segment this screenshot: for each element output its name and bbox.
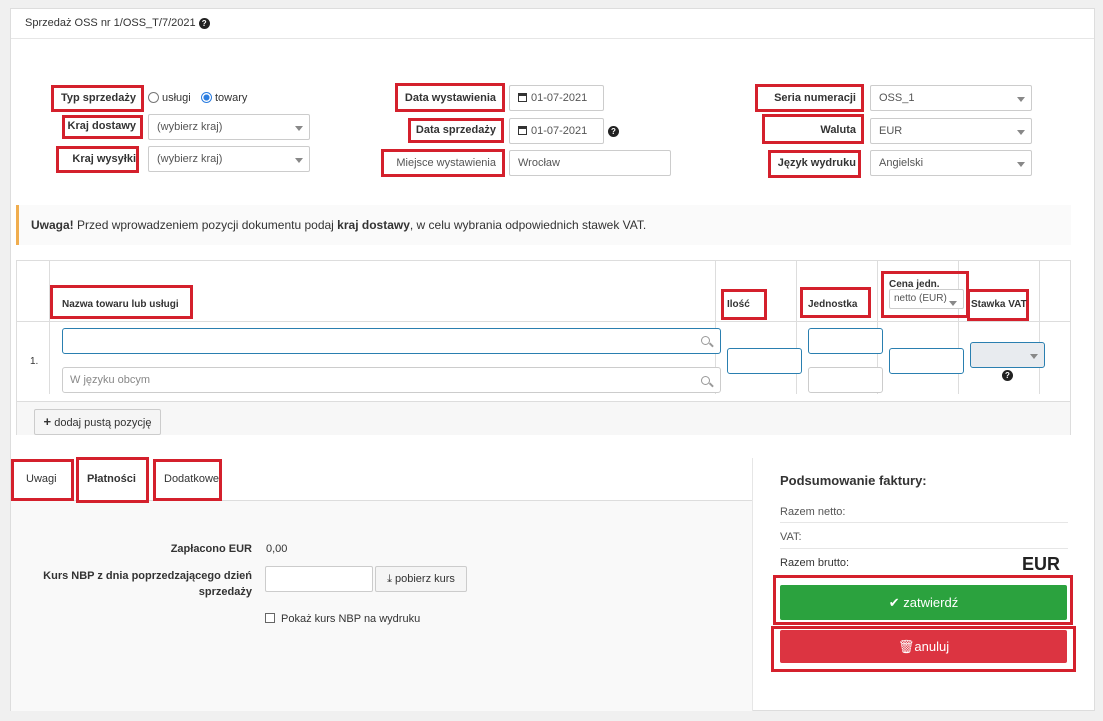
issue-date-label: Data wystawienia: [404, 92, 496, 104]
sale-date-input[interactable]: 01-07-2021: [509, 118, 604, 144]
check-icon: ✔: [888, 595, 900, 610]
delivery-country-label: Kraj dostawy: [67, 120, 136, 132]
help-icon[interactable]: ?: [608, 125, 619, 137]
foreign-name-input[interactable]: W języku obcym: [62, 367, 721, 393]
nbp-rate-input[interactable]: [265, 566, 373, 592]
tab-payments[interactable]: Płatności: [87, 473, 136, 485]
cancel-button[interactable]: 🗑anuluj: [780, 630, 1067, 663]
numbering-select[interactable]: OSS_1: [870, 85, 1032, 111]
download-icon: ⤓: [387, 573, 392, 585]
vat-rate-select[interactable]: [970, 342, 1045, 368]
sale-type-label: Typ sprzedaży: [61, 92, 136, 104]
checkbox-icon: [265, 613, 275, 623]
currency-select[interactable]: EUR: [870, 118, 1032, 144]
plus-icon: +: [43, 414, 52, 429]
show-rate-checkbox[interactable]: Pokaż kurs NBP na wydruku: [265, 613, 420, 625]
print-language-select[interactable]: Angielski: [870, 150, 1032, 176]
qty-input[interactable]: [727, 348, 802, 374]
currency-code: EUR: [1022, 554, 1061, 574]
shipping-country-select[interactable]: (wybierz kraj): [148, 146, 310, 172]
net-total-label: Razem netto:: [780, 506, 846, 518]
radio-checked-icon: [201, 92, 212, 103]
gross-total-label: Razem brutto:: [780, 557, 850, 569]
paid-label: Zapłacono EUR: [170, 543, 252, 555]
calendar-icon: [518, 93, 527, 102]
help-icon[interactable]: ?: [1002, 369, 1013, 381]
column-qty-header: Ilość: [727, 299, 750, 310]
fetch-rate-button[interactable]: ⤓ pobierz kurs: [375, 566, 467, 592]
unit-input[interactable]: [808, 328, 883, 354]
currency-label: Waluta: [820, 124, 856, 136]
unit-foreign-input[interactable]: [808, 367, 883, 393]
sale-type-radio-goods[interactable]: towary: [201, 92, 247, 104]
tab-additional[interactable]: Dodatkowe: [164, 473, 219, 485]
nbp-rate-label-2: sprzedaży: [198, 586, 252, 598]
price-mode-select[interactable]: netto (EUR): [889, 289, 964, 309]
delivery-country-select[interactable]: (wybierz kraj): [148, 114, 310, 140]
page-title: Sprzedaż OSS nr 1/OSS_T/7/2021 ?: [25, 17, 210, 29]
shipping-country-label: Kraj wysyłki: [72, 153, 136, 165]
tab-notes[interactable]: Uwagi: [26, 473, 57, 485]
vat-warning-alert: Uwaga! Przed wprowadzeniem pozycji dokum…: [16, 205, 1071, 245]
sale-date-label: Data sprzedaży: [415, 124, 496, 136]
sale-type-radio-services[interactable]: usługi: [148, 92, 191, 104]
numbering-label: Seria numeracji: [774, 92, 856, 104]
paid-value: 0,00: [266, 543, 288, 555]
column-unit-header: Jednostka: [808, 299, 858, 310]
row-number: 1.: [30, 356, 39, 367]
calendar-icon: [518, 126, 527, 135]
column-vat-header: Stawka VAT: [971, 299, 1027, 310]
column-name-header: Nazwa towaru lub usługi: [62, 299, 179, 310]
summary-title: Podsumowanie faktury:: [780, 473, 927, 488]
trash-icon: 🗑: [897, 639, 915, 654]
search-icon: [701, 336, 710, 345]
radio-icon: [148, 92, 159, 103]
item-name-input[interactable]: [62, 328, 721, 354]
help-icon[interactable]: ?: [198, 17, 210, 29]
price-input[interactable]: [889, 348, 964, 374]
nbp-rate-label: Kurs NBP z dnia poprzedzającego dzień: [43, 570, 252, 582]
vat-total-label: VAT:: [780, 531, 802, 543]
search-icon: [701, 376, 710, 385]
confirm-button[interactable]: ✔ zatwierdź: [780, 585, 1067, 620]
issue-date-input[interactable]: 01-07-2021: [509, 85, 604, 111]
panel-header: Sprzedaż OSS nr 1/OSS_T/7/2021 ?: [11, 9, 1094, 39]
print-language-label: Język wydruku: [777, 157, 856, 169]
issue-place-label: Miejsce wystawienia: [396, 157, 496, 169]
issue-place-input[interactable]: Wrocław: [509, 150, 671, 176]
add-row-button[interactable]: + dodaj pustą pozycję: [34, 409, 161, 435]
